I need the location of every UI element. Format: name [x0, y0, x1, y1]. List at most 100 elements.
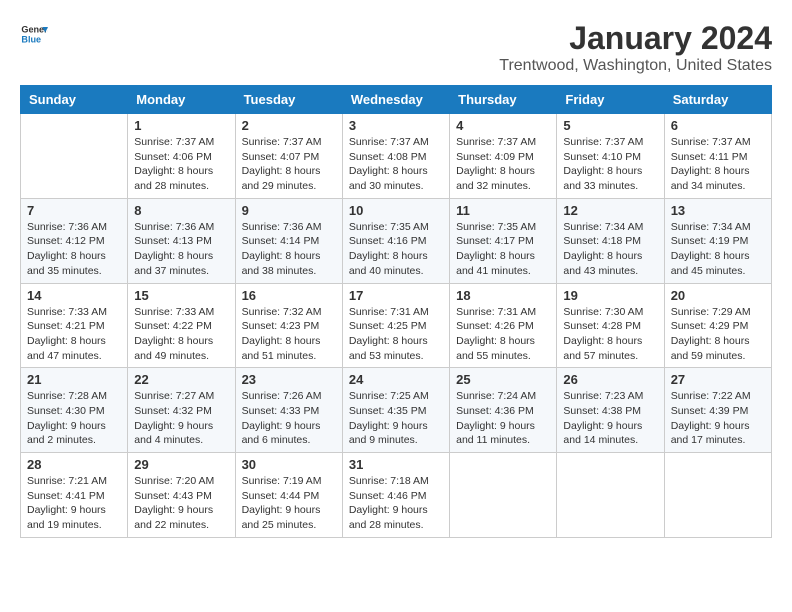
day-info: Sunrise: 7:24 AMSunset: 4:36 PMDaylight:…	[456, 389, 550, 448]
calendar-cell	[450, 453, 557, 538]
day-number: 30	[242, 457, 336, 472]
header: General Blue January 2024 Trentwood, Was…	[20, 20, 772, 75]
week-row-2: 7 Sunrise: 7:36 AMSunset: 4:12 PMDayligh…	[21, 198, 772, 283]
day-info: Sunrise: 7:31 AMSunset: 4:26 PMDaylight:…	[456, 305, 550, 364]
logo: General Blue	[20, 20, 48, 48]
calendar-cell: 23 Sunrise: 7:26 AMSunset: 4:33 PMDaylig…	[235, 368, 342, 453]
calendar-cell: 5 Sunrise: 7:37 AMSunset: 4:10 PMDayligh…	[557, 114, 664, 199]
day-number: 16	[242, 288, 336, 303]
title-area: January 2024 Trentwood, Washington, Unit…	[499, 20, 772, 75]
day-number: 24	[349, 372, 443, 387]
day-number: 3	[349, 118, 443, 133]
day-number: 14	[27, 288, 121, 303]
calendar-header-row: SundayMondayTuesdayWednesdayThursdayFrid…	[21, 86, 772, 114]
day-info: Sunrise: 7:37 AMSunset: 4:07 PMDaylight:…	[242, 135, 336, 194]
calendar-cell: 14 Sunrise: 7:33 AMSunset: 4:21 PMDaylig…	[21, 283, 128, 368]
day-info: Sunrise: 7:28 AMSunset: 4:30 PMDaylight:…	[27, 389, 121, 448]
day-info: Sunrise: 7:37 AMSunset: 4:10 PMDaylight:…	[563, 135, 657, 194]
day-info: Sunrise: 7:29 AMSunset: 4:29 PMDaylight:…	[671, 305, 765, 364]
header-monday: Monday	[128, 86, 235, 114]
day-number: 2	[242, 118, 336, 133]
week-row-1: 1 Sunrise: 7:37 AMSunset: 4:06 PMDayligh…	[21, 114, 772, 199]
calendar-cell: 13 Sunrise: 7:34 AMSunset: 4:19 PMDaylig…	[664, 198, 771, 283]
logo-icon: General Blue	[20, 20, 48, 48]
day-number: 26	[563, 372, 657, 387]
calendar-cell: 8 Sunrise: 7:36 AMSunset: 4:13 PMDayligh…	[128, 198, 235, 283]
calendar-cell: 6 Sunrise: 7:37 AMSunset: 4:11 PMDayligh…	[664, 114, 771, 199]
calendar-cell: 17 Sunrise: 7:31 AMSunset: 4:25 PMDaylig…	[342, 283, 449, 368]
calendar-cell: 10 Sunrise: 7:35 AMSunset: 4:16 PMDaylig…	[342, 198, 449, 283]
week-row-3: 14 Sunrise: 7:33 AMSunset: 4:21 PMDaylig…	[21, 283, 772, 368]
calendar-cell	[664, 453, 771, 538]
day-info: Sunrise: 7:21 AMSunset: 4:41 PMDaylight:…	[27, 474, 121, 533]
day-info: Sunrise: 7:31 AMSunset: 4:25 PMDaylight:…	[349, 305, 443, 364]
calendar: SundayMondayTuesdayWednesdayThursdayFrid…	[20, 85, 772, 538]
day-number: 11	[456, 203, 550, 218]
calendar-cell: 3 Sunrise: 7:37 AMSunset: 4:08 PMDayligh…	[342, 114, 449, 199]
day-info: Sunrise: 7:36 AMSunset: 4:12 PMDaylight:…	[27, 220, 121, 279]
calendar-cell: 12 Sunrise: 7:34 AMSunset: 4:18 PMDaylig…	[557, 198, 664, 283]
day-number: 22	[134, 372, 228, 387]
calendar-cell: 29 Sunrise: 7:20 AMSunset: 4:43 PMDaylig…	[128, 453, 235, 538]
calendar-cell: 11 Sunrise: 7:35 AMSunset: 4:17 PMDaylig…	[450, 198, 557, 283]
week-row-4: 21 Sunrise: 7:28 AMSunset: 4:30 PMDaylig…	[21, 368, 772, 453]
svg-text:Blue: Blue	[21, 34, 41, 44]
day-info: Sunrise: 7:33 AMSunset: 4:22 PMDaylight:…	[134, 305, 228, 364]
calendar-cell: 9 Sunrise: 7:36 AMSunset: 4:14 PMDayligh…	[235, 198, 342, 283]
day-info: Sunrise: 7:37 AMSunset: 4:06 PMDaylight:…	[134, 135, 228, 194]
header-wednesday: Wednesday	[342, 86, 449, 114]
calendar-cell: 24 Sunrise: 7:25 AMSunset: 4:35 PMDaylig…	[342, 368, 449, 453]
day-info: Sunrise: 7:37 AMSunset: 4:09 PMDaylight:…	[456, 135, 550, 194]
day-info: Sunrise: 7:23 AMSunset: 4:38 PMDaylight:…	[563, 389, 657, 448]
header-sunday: Sunday	[21, 86, 128, 114]
calendar-cell: 15 Sunrise: 7:33 AMSunset: 4:22 PMDaylig…	[128, 283, 235, 368]
calendar-cell: 27 Sunrise: 7:22 AMSunset: 4:39 PMDaylig…	[664, 368, 771, 453]
day-info: Sunrise: 7:25 AMSunset: 4:35 PMDaylight:…	[349, 389, 443, 448]
day-number: 9	[242, 203, 336, 218]
day-info: Sunrise: 7:27 AMSunset: 4:32 PMDaylight:…	[134, 389, 228, 448]
day-info: Sunrise: 7:33 AMSunset: 4:21 PMDaylight:…	[27, 305, 121, 364]
day-number: 15	[134, 288, 228, 303]
day-info: Sunrise: 7:32 AMSunset: 4:23 PMDaylight:…	[242, 305, 336, 364]
calendar-cell: 4 Sunrise: 7:37 AMSunset: 4:09 PMDayligh…	[450, 114, 557, 199]
month-title: January 2024	[499, 20, 772, 57]
day-info: Sunrise: 7:20 AMSunset: 4:43 PMDaylight:…	[134, 474, 228, 533]
day-number: 25	[456, 372, 550, 387]
calendar-cell: 28 Sunrise: 7:21 AMSunset: 4:41 PMDaylig…	[21, 453, 128, 538]
location-title: Trentwood, Washington, United States	[499, 57, 772, 75]
day-info: Sunrise: 7:34 AMSunset: 4:19 PMDaylight:…	[671, 220, 765, 279]
day-number: 12	[563, 203, 657, 218]
header-friday: Friday	[557, 86, 664, 114]
day-info: Sunrise: 7:35 AMSunset: 4:17 PMDaylight:…	[456, 220, 550, 279]
calendar-cell: 19 Sunrise: 7:30 AMSunset: 4:28 PMDaylig…	[557, 283, 664, 368]
calendar-cell: 30 Sunrise: 7:19 AMSunset: 4:44 PMDaylig…	[235, 453, 342, 538]
day-info: Sunrise: 7:30 AMSunset: 4:28 PMDaylight:…	[563, 305, 657, 364]
calendar-cell	[557, 453, 664, 538]
calendar-cell: 31 Sunrise: 7:18 AMSunset: 4:46 PMDaylig…	[342, 453, 449, 538]
calendar-cell: 18 Sunrise: 7:31 AMSunset: 4:26 PMDaylig…	[450, 283, 557, 368]
calendar-cell: 22 Sunrise: 7:27 AMSunset: 4:32 PMDaylig…	[128, 368, 235, 453]
day-info: Sunrise: 7:18 AMSunset: 4:46 PMDaylight:…	[349, 474, 443, 533]
calendar-cell: 7 Sunrise: 7:36 AMSunset: 4:12 PMDayligh…	[21, 198, 128, 283]
day-number: 28	[27, 457, 121, 472]
day-info: Sunrise: 7:34 AMSunset: 4:18 PMDaylight:…	[563, 220, 657, 279]
header-tuesday: Tuesday	[235, 86, 342, 114]
day-info: Sunrise: 7:22 AMSunset: 4:39 PMDaylight:…	[671, 389, 765, 448]
calendar-cell	[21, 114, 128, 199]
day-number: 23	[242, 372, 336, 387]
day-info: Sunrise: 7:37 AMSunset: 4:08 PMDaylight:…	[349, 135, 443, 194]
day-number: 13	[671, 203, 765, 218]
calendar-cell: 25 Sunrise: 7:24 AMSunset: 4:36 PMDaylig…	[450, 368, 557, 453]
day-info: Sunrise: 7:26 AMSunset: 4:33 PMDaylight:…	[242, 389, 336, 448]
calendar-cell: 26 Sunrise: 7:23 AMSunset: 4:38 PMDaylig…	[557, 368, 664, 453]
day-number: 17	[349, 288, 443, 303]
calendar-cell: 21 Sunrise: 7:28 AMSunset: 4:30 PMDaylig…	[21, 368, 128, 453]
day-number: 6	[671, 118, 765, 133]
calendar-cell: 2 Sunrise: 7:37 AMSunset: 4:07 PMDayligh…	[235, 114, 342, 199]
header-thursday: Thursday	[450, 86, 557, 114]
day-number: 5	[563, 118, 657, 133]
day-number: 29	[134, 457, 228, 472]
calendar-cell: 20 Sunrise: 7:29 AMSunset: 4:29 PMDaylig…	[664, 283, 771, 368]
day-number: 7	[27, 203, 121, 218]
day-number: 27	[671, 372, 765, 387]
